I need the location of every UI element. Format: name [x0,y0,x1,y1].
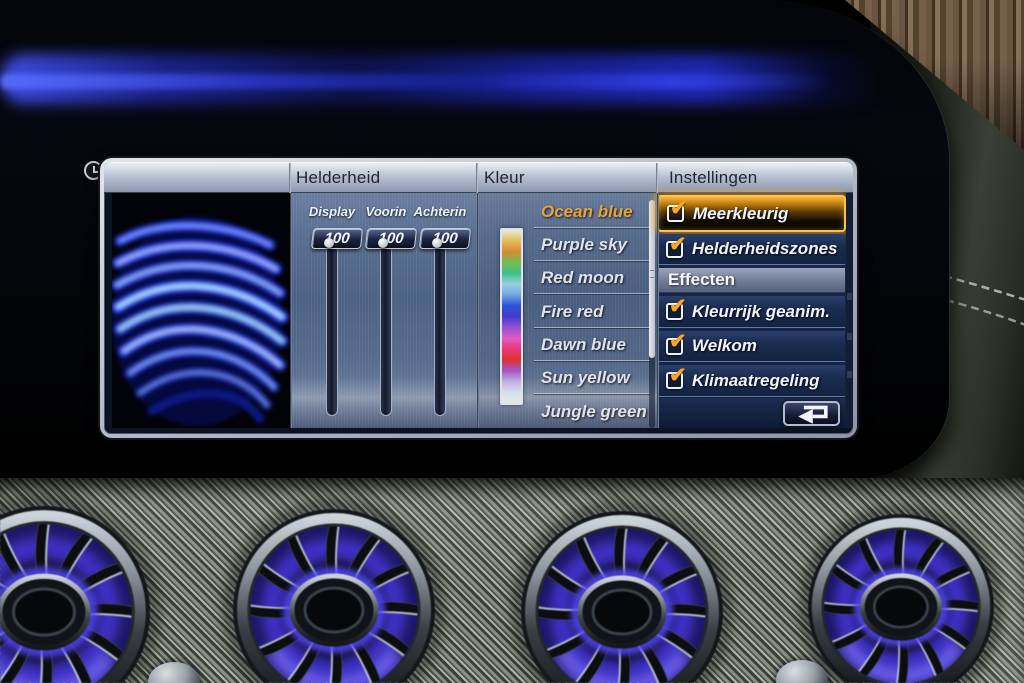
slider-value-badge: 100 [365,228,417,249]
header-settings: Instellingen [669,163,757,193]
scrollbar-handle[interactable] [649,200,655,358]
ambient-preview-image [112,193,290,428]
faint-icon [847,333,852,340]
setting-welkom[interactable]: ✔ Welkom [658,331,845,362]
check-icon: ✔ [670,198,688,219]
faint-icon [847,371,852,378]
settings-footer [658,398,845,428]
header-divider [289,163,291,194]
clipped-right-column [846,193,853,428]
color-panel: Ocean blue Purple sky Red moon Fire red … [477,193,657,428]
checkbox-icon[interactable]: ✔ [667,205,684,222]
slider-value-badge: 100 [419,228,471,249]
color-option-dawn-blue[interactable]: Dawn blue [477,328,653,361]
back-arrow-icon [790,401,834,427]
infotainment-screen: Helderheid Kleur Instellingen [100,158,857,438]
setting-label: Klimaatregeling [692,371,820,391]
setting-label: Helderheidszones [692,239,838,259]
faint-icon [847,293,852,300]
header-divider [656,163,658,194]
color-option-fire-red[interactable]: Fire red [477,295,653,328]
slider-label: Achterin [407,204,473,219]
color-scrollbar[interactable] [649,200,655,428]
color-option-sun-yellow[interactable]: Sun yellow [477,361,653,394]
checkbox-icon[interactable]: ✔ [666,338,683,355]
color-option-ocean-blue[interactable]: Ocean blue [477,195,653,228]
setting-klimaatregeling[interactable]: ✔ Klimaatregeling [658,365,845,397]
screen-content: Helderheid Kleur Instellingen [104,162,853,434]
header-color: Kleur [484,163,525,193]
color-option-jungle-green[interactable]: Jungle green [477,395,653,428]
check-icon: ✔ [669,331,687,352]
setting-label: Meerkleurig [693,204,788,224]
slider-thumb[interactable] [324,238,334,248]
settings-panel: ✔ Meerkleurig ✔ Helderheidszones Effecte… [657,193,846,428]
section-label: Effecten [668,270,735,290]
section-effecten: Effecten [658,268,845,293]
carbon-dashboard [0,478,1024,683]
setting-helderheidszones[interactable]: ✔ Helderheidszones [658,234,845,265]
check-icon: ✔ [669,365,687,386]
slider-thumb[interactable] [378,238,388,248]
back-button[interactable] [783,401,840,426]
column-divider [477,193,479,428]
setting-meerkleurig[interactable]: ✔ Meerkleurig [657,195,846,232]
slider-track[interactable] [326,236,338,416]
header-bar: Helderheid Kleur Instellingen [104,162,853,193]
header-brightness: Helderheid [296,163,380,193]
setting-label: Welkom [692,336,757,356]
checkbox-icon[interactable]: ✔ [666,372,683,389]
slider-thumb[interactable] [432,238,442,248]
slider-achterin[interactable]: Achterin 100 [407,204,473,426]
color-option-purple-sky[interactable]: Purple sky [477,228,653,261]
slider-track[interactable] [434,236,446,416]
setting-kleurrijk-geanim[interactable]: ✔ Kleurrijk geanim. [658,296,845,328]
ambient-waves-graphic [112,193,290,428]
photo-canvas: Helderheid Kleur Instellingen [0,0,1024,683]
column-divider [290,193,292,428]
air-vents [0,478,1024,683]
check-icon: ✔ [669,234,687,255]
checkbox-icon[interactable]: ✔ [666,303,683,320]
slider-value-badge: 100 [311,228,363,249]
slider-track[interactable] [380,236,392,416]
header-divider [476,163,478,194]
column-divider [657,193,659,428]
checkbox-icon[interactable]: ✔ [666,241,683,258]
check-icon: ✔ [669,296,687,317]
setting-label: Kleurrijk geanim. [692,302,830,322]
brightness-panel: Display 100 Voorin 100 Achterin 100 [290,193,477,428]
color-option-red-moon[interactable]: Red moon [477,261,653,294]
